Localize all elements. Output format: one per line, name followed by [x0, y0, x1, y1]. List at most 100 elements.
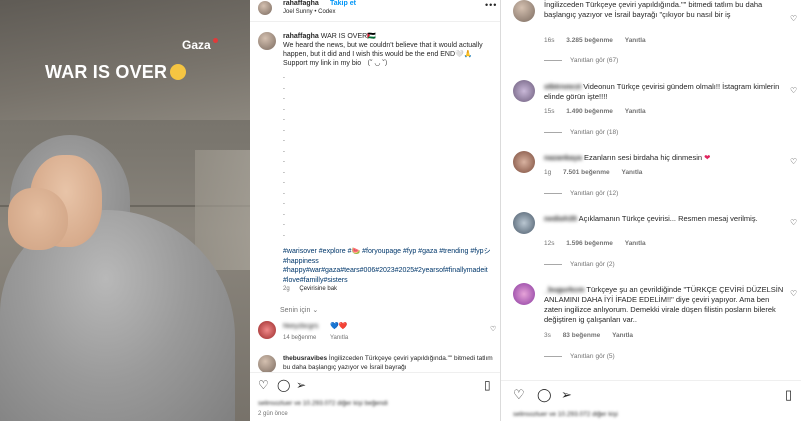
- post-header: rahaffagha Takip et Joel Sunny • Codex •…: [250, 0, 500, 22]
- comment-meta: 15s 1.490 beğenme Yanıtla: [544, 108, 656, 115]
- reply-button[interactable]: Yanıtla: [625, 240, 646, 247]
- view-replies[interactable]: Yanıtları gör (2): [544, 261, 615, 268]
- likes-count[interactable]: selinsozluer ve 10.293.072 diğer kişi be…: [258, 400, 388, 407]
- comment-age: 15s: [544, 108, 555, 115]
- comment-username[interactable]: nedioh35: [544, 214, 577, 223]
- caption-hashtags[interactable]: #warisover #explore #🍉 #foryoupage #fyp …: [283, 247, 495, 285]
- caption-avatar[interactable]: [258, 32, 276, 50]
- avatar[interactable]: [258, 1, 272, 15]
- caption-dot-line: .: [283, 94, 285, 101]
- comment-avatar[interactable]: [513, 0, 535, 22]
- view-replies[interactable]: Yanıtları gör (67): [544, 57, 618, 64]
- reply-button[interactable]: Yanıtla: [612, 332, 633, 339]
- comment-meta: 16s 3.285 beğenme Yanıtla: [544, 37, 656, 44]
- likes-count[interactable]: selinsozluer ve 10.293.072 diğer kişi: [513, 411, 618, 418]
- reply-button[interactable]: Yanıtla: [625, 37, 646, 44]
- comment-avatar[interactable]: [513, 80, 535, 102]
- comment-text: stbtrnmrzt Videonun Türkçe çevirisi günd…: [544, 82, 784, 102]
- location-pin-icon: [212, 38, 218, 43]
- share-icon[interactable]: ➢: [561, 387, 572, 403]
- for-you-filter[interactable]: Senin için ⌄: [280, 306, 318, 314]
- caption-dot-line: .: [283, 178, 285, 185]
- bookmark-icon[interactable]: ▯: [785, 387, 792, 403]
- comment-age: 16s: [544, 37, 555, 44]
- ceiling: [0, 0, 250, 120]
- view-replies[interactable]: Yanıtları gör (18): [544, 129, 618, 136]
- comment-username[interactable]: hkeyzbcgrs: [283, 323, 318, 330]
- view-replies[interactable]: Yanıtları gör (12): [544, 190, 618, 197]
- caption-dot-line: .: [283, 209, 285, 217]
- bookmark-icon[interactable]: ▯: [484, 378, 491, 392]
- chevron-down-icon: ⌄: [312, 307, 319, 314]
- caption-dot-line: .: [283, 83, 285, 91]
- reply-button[interactable]: Yanıtla: [625, 108, 646, 115]
- comment-avatar[interactable]: [513, 212, 535, 234]
- location-sticker: Gaza: [182, 38, 218, 52]
- caption-body: We heard the news, but we couldn't belie…: [283, 42, 483, 67]
- caption-dot-line: .: [283, 157, 285, 164]
- caption-dot-line: .: [283, 220, 285, 227]
- comment-avatar[interactable]: [258, 355, 276, 373]
- heart-icon[interactable]: ♡: [513, 387, 525, 403]
- comment-text: 💙❤️: [330, 323, 348, 330]
- view-replies[interactable]: Yanıtları gör (5): [544, 353, 615, 360]
- red-heart-icon: ❤: [704, 153, 711, 162]
- translate-link[interactable]: Çevirisine bak: [299, 286, 337, 292]
- comment-username[interactable]: _bugurkcm: [544, 285, 584, 294]
- like-comment-icon[interactable]: ♡: [790, 218, 797, 227]
- caption: rahaffagha WAR IS OVER🇵🇸 We heard the ne…: [283, 32, 495, 68]
- more-options-icon[interactable]: •••: [485, 0, 497, 10]
- caption-dot-line: .: [283, 104, 285, 112]
- caption-dot-line: .: [283, 199, 285, 206]
- comment-icon[interactable]: ◯: [537, 387, 552, 403]
- caption-dot-line: .: [283, 167, 285, 175]
- comment-username[interactable]: stbtrnmrzt: [544, 82, 581, 91]
- comment-avatar[interactable]: [513, 283, 535, 305]
- comment-meta: 3s 83 beğenme Yanıtla: [544, 332, 643, 339]
- comment-meta: 12s 1.596 beğenme Yanıtla: [544, 240, 656, 247]
- comment-likes[interactable]: 14 beğenme: [283, 335, 316, 341]
- follow-button[interactable]: Takip et: [330, 0, 356, 7]
- doorway: [195, 150, 250, 270]
- post-panel: rahaffagha Takip et Joel Sunny • Codex •…: [250, 0, 501, 421]
- caption-dots: ................: [283, 72, 285, 240]
- comment-body: Ezanların sesi birdaha hiç dinmesin: [584, 153, 703, 162]
- comment-username[interactable]: thebusravibes: [283, 355, 327, 362]
- caption-username[interactable]: rahaffagha: [283, 33, 319, 40]
- post-time: 2 gün önce: [258, 411, 288, 417]
- comment-likes[interactable]: 7.501 beğenme: [563, 169, 610, 176]
- comment-body: İngilizceden Türkçeye çeviri yapıldığınd…: [544, 0, 763, 19]
- person-hand: [8, 188, 68, 250]
- comment-username[interactable]: nazankaya: [544, 153, 582, 162]
- comment-icon[interactable]: ◯: [277, 378, 290, 392]
- comment-meta: 14 beğenme Yanıtla: [283, 335, 360, 341]
- comment-body: Açıklamanın Türkçe çevirisi... Resmen me…: [578, 214, 758, 223]
- comment-meta: 1g 7.501 beğenme Yanıtla: [544, 169, 652, 176]
- reel-video[interactable]: Gaza WAR IS OVER: [0, 0, 250, 421]
- caption-dot-line: .: [283, 136, 285, 143]
- comment-likes[interactable]: 3.285 beğenme: [566, 37, 613, 44]
- post-username[interactable]: rahaffagha: [283, 0, 319, 7]
- caption-dot-line: .: [283, 125, 285, 133]
- share-icon[interactable]: ➢: [296, 378, 306, 392]
- like-comment-icon[interactable]: ♡: [490, 325, 496, 333]
- pleading-face-icon: [170, 64, 187, 80]
- like-comment-icon[interactable]: ♡: [790, 14, 797, 23]
- caption-meta: 2g Çevirisine bak: [283, 286, 345, 292]
- video-headline: WAR IS OVER: [45, 62, 187, 83]
- comment-likes[interactable]: 1.596 beğenme: [566, 240, 613, 247]
- comment-text: nazankaya Ezanların sesi birdaha hiç din…: [544, 153, 784, 163]
- comment-avatar[interactable]: [513, 151, 535, 173]
- comment-likes[interactable]: 1.490 beğenme: [566, 108, 613, 115]
- reply-button[interactable]: Yanıtla: [330, 335, 348, 341]
- like-comment-icon[interactable]: ♡: [790, 289, 797, 298]
- like-comment-icon[interactable]: ♡: [790, 157, 797, 166]
- comment-age: 1g: [544, 169, 552, 176]
- reply-button[interactable]: Yanıtla: [621, 169, 642, 176]
- heart-icon[interactable]: ♡: [258, 378, 269, 392]
- audio-label[interactable]: Joel Sunny • Codex: [283, 9, 335, 15]
- comment-likes[interactable]: 83 beğenme: [563, 332, 601, 339]
- comment-avatar[interactable]: [258, 321, 276, 339]
- like-comment-icon[interactable]: ♡: [790, 86, 797, 95]
- comment-age: 3s: [544, 332, 551, 339]
